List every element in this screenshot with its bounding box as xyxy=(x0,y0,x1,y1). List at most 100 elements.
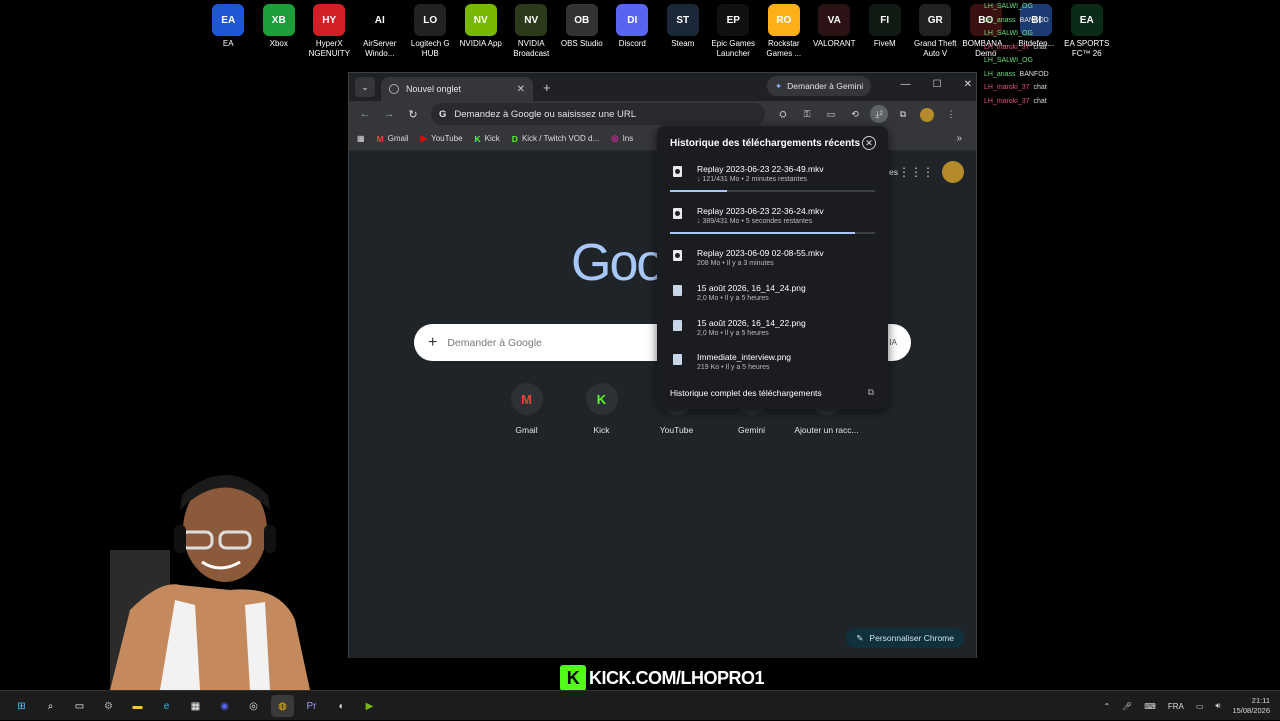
desktop-shortcut-label: Epic Games Launcher xyxy=(711,39,756,58)
desktop-shortcut[interactable]: AI AirServer Windo... xyxy=(355,4,406,59)
bookmark-label: Ins xyxy=(622,134,634,143)
desktop-shortcut[interactable]: VA VALORANT xyxy=(809,4,860,59)
desktop-shortcut[interactable]: OB OBS Studio xyxy=(557,4,608,59)
desktop-shortcut[interactable]: XB Xbox xyxy=(254,4,305,59)
customize-chrome-button[interactable]: ✎ Personnaliser Chrome xyxy=(846,628,964,648)
incognito-icon[interactable]: ⛭ xyxy=(774,105,792,123)
chat-username: LH_maroki_37 xyxy=(984,84,1030,91)
extensions-icon[interactable]: ⧉ xyxy=(894,105,912,123)
clock[interactable]: 21:11 15/08/2026 xyxy=(1232,696,1270,716)
download-filename: Replay 2023-06-23 22-36-49.mkv xyxy=(697,164,824,174)
new-tab-button[interactable]: + xyxy=(543,80,551,95)
edge-icon[interactable]: e xyxy=(155,695,178,717)
avatar[interactable] xyxy=(942,161,964,183)
network-icon[interactable]: ▭ xyxy=(1196,702,1204,711)
more-bookmarks-icon[interactable]: » xyxy=(956,133,962,144)
desktop-shortcut-label: Discord xyxy=(618,39,646,48)
plus-icon[interactable]: + xyxy=(428,334,437,352)
taskbar: ⊞ ⌕ ▭ ⚙ ▬ e ▦ ◉ ◎ ◍ Pr ◖ ▶ ⌃ 🎤︎ ⌨ FRA ▭ 🔊︎ 21:11 15/… xyxy=(0,690,1280,720)
keyboard-icon[interactable]: ⌨ xyxy=(1144,702,1156,711)
password-key-icon[interactable]: ⚿ xyxy=(798,105,816,123)
mouse-icon[interactable]: ◖ xyxy=(329,695,352,717)
bookmark-favicon-icon: M xyxy=(376,133,384,144)
downloads-title: Historique des téléchargements récents xyxy=(670,138,861,149)
close-tab-icon[interactable]: ✕ xyxy=(517,84,525,95)
minimize-icon[interactable]: — xyxy=(901,79,911,90)
file-explorer-icon[interactable]: ▬ xyxy=(126,695,149,717)
desktop-shortcut[interactable]: GR Grand Theft Auto V xyxy=(910,4,961,59)
omnibox[interactable]: G Demandez à Google ou saisissez une URL xyxy=(431,103,765,125)
desktop-shortcut[interactable]: EP Epic Games Launcher xyxy=(708,4,759,59)
nvidia-broadcast-icon[interactable]: ▶ xyxy=(358,695,381,717)
tab-new-tab[interactable]: Nouvel onglet ✕ xyxy=(381,77,533,101)
maximize-icon[interactable]: ☐ xyxy=(933,79,942,90)
tab-strip: ⌄ Nouvel onglet ✕ + ✦ Demander à Gemini … xyxy=(349,73,976,101)
reload-icon[interactable]: ↻ xyxy=(401,108,425,121)
ask-gemini-button[interactable]: ✦ Demander à Gemini xyxy=(767,76,872,96)
downloads-icon[interactable]: ⤓ 2 xyxy=(870,105,888,123)
bookmark-item[interactable]: M Gmail xyxy=(377,134,409,144)
download-progress-fill xyxy=(670,190,728,192)
desktop-shortcut[interactable]: EA EA SPORTS FC™ 26 xyxy=(1062,4,1113,59)
obs-icon[interactable]: ◎ xyxy=(242,695,265,717)
volume-icon[interactable]: 🔊︎ xyxy=(1215,701,1220,711)
desktop-shortcut-label: OBS Studio xyxy=(560,39,603,48)
desktop-shortcut[interactable]: HY HyperX NGENUITY xyxy=(304,4,355,59)
bookmark-item[interactable]: ▶ YouTube xyxy=(421,133,463,144)
profile-avatar[interactable] xyxy=(918,105,936,123)
forward-arrow-icon[interactable]: → xyxy=(377,108,401,120)
omnibox-text: Demandez à Google ou saisissez une URL xyxy=(454,108,637,120)
windows-start-icon[interactable]: ⊞ xyxy=(10,695,33,717)
chat-text: chat xyxy=(1033,43,1047,51)
avatar xyxy=(920,108,934,122)
desktop-shortcut[interactable]: NV NVIDIA Broadcast xyxy=(506,4,557,59)
desktop-shortcut[interactable]: RO Rockstar Games ... xyxy=(759,4,810,59)
menu-kebab-icon[interactable]: ⋮ xyxy=(942,105,960,123)
close-window-icon[interactable]: ✕ xyxy=(964,79,972,90)
bookmark-label: Kick xyxy=(484,134,500,143)
shortcut-icon: K xyxy=(585,383,618,415)
chrome-icon[interactable]: ◍ xyxy=(271,695,294,717)
store-icon[interactable]: ▦ xyxy=(184,695,207,717)
bookmark-item[interactable]: D Kick / Twitch VOD d... xyxy=(512,134,599,144)
back-arrow-icon[interactable]: ← xyxy=(353,108,377,120)
chat-text: chat xyxy=(1033,97,1047,105)
download-progress-bar xyxy=(670,232,875,234)
full-download-history-link[interactable]: Historique complet des téléchargements xyxy=(670,388,822,398)
chevron-up-icon[interactable]: ⌃ xyxy=(1103,702,1110,711)
desktop-shortcut-label: VALORANT xyxy=(812,39,856,48)
microphone-icon[interactable]: 🎤︎ xyxy=(1122,702,1132,711)
google-apps-icon[interactable]: ⋮⋮⋮ xyxy=(898,165,934,179)
premiere-icon[interactable]: Pr xyxy=(300,695,323,717)
shortcut-tile[interactable]: M Gmail xyxy=(489,383,564,435)
desktop-shortcut-label: EA xyxy=(222,39,234,48)
desktop-shortcut[interactable]: EA EA xyxy=(203,4,254,59)
desktop-shortcut[interactable]: FI FiveM xyxy=(860,4,911,59)
ai-mode-button[interactable]: IA xyxy=(889,338,897,347)
desktop-shortcut[interactable]: LO Logitech G HUB xyxy=(405,4,456,59)
bookmark-favicon-icon: D xyxy=(511,133,518,144)
open-external-icon[interactable]: ⧉ xyxy=(868,387,874,398)
search-icon[interactable]: ⌕ xyxy=(39,695,62,717)
apps-grid-icon[interactable]: ▦ xyxy=(357,134,365,143)
bookmark-item[interactable]: ◎ Ins xyxy=(611,133,633,144)
language-indicator[interactable]: FRA xyxy=(1168,702,1184,711)
desktop-shortcut[interactable]: ST Steam xyxy=(658,4,709,59)
pencil-icon: ✎ xyxy=(856,632,864,643)
shortcut-tile[interactable]: K Kick xyxy=(564,383,639,435)
desktop-shortcut[interactable]: NV NVIDIA App xyxy=(456,4,507,59)
settings-icon[interactable]: ⚙ xyxy=(97,695,120,717)
nvidia-broadcast-icon: NV xyxy=(515,4,548,36)
history-icon[interactable]: ⟲ xyxy=(846,105,864,123)
close-icon[interactable]: ✕ xyxy=(862,136,876,150)
image-file-icon xyxy=(673,320,682,331)
discord-icon[interactable]: ◉ xyxy=(213,695,236,717)
images-link[interactable]: es xyxy=(889,167,898,177)
desktop-shortcut[interactable]: DI Discord xyxy=(607,4,658,59)
payment-card-icon[interactable]: ▭ xyxy=(822,105,840,123)
task-view-icon[interactable]: ▭ xyxy=(68,695,91,717)
shortcut-icon: M xyxy=(510,383,543,415)
bookmark-item[interactable]: K Kick xyxy=(475,134,500,144)
tab-search-button[interactable]: ⌄ xyxy=(355,77,375,97)
valorant-icon: VA xyxy=(818,4,851,36)
